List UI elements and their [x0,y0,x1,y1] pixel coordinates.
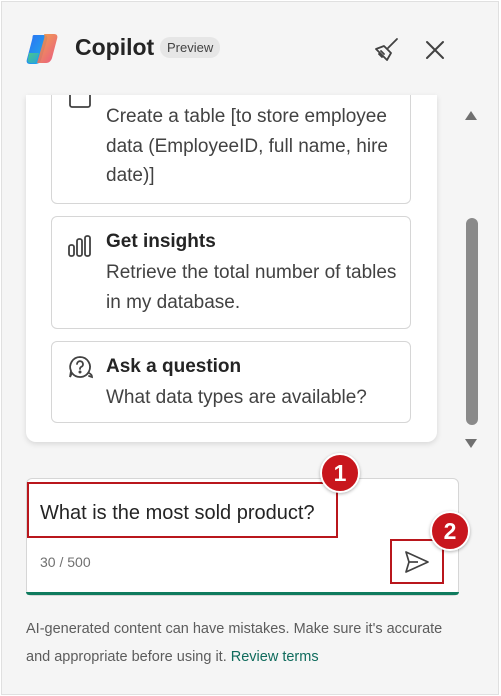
prompt-description: What data types are available? [106,387,367,408]
send-icon [405,551,429,573]
broom-icon [375,38,398,61]
character-count: 30 / 500 [40,554,91,570]
callout-marker-1: 1 [320,453,360,493]
question-chat-icon [69,356,93,379]
prompt-description: Create a table [to store employee data (… [106,106,388,186]
close-icon [426,41,444,59]
copilot-logo [26,34,58,64]
prompt-title: Get insights [106,231,216,252]
scroll-up-arrow-icon[interactable] [464,110,478,122]
prompt-suggestions: Create a table [to store employee data (… [26,95,437,442]
scrollbar-thumb[interactable] [466,218,478,425]
preview-badge: Preview [160,37,221,58]
prompt-card-ask-question[interactable]: Ask a question What data types are avail… [51,341,411,423]
input-callout-box [27,482,338,538]
prompt-card-create-table[interactable]: Create a table [to store employee data (… [51,95,411,204]
prompt-description: Retrieve the total number of tables in m… [106,262,397,313]
input-focus-underline [26,592,459,595]
review-terms-link[interactable]: Review terms [231,649,319,665]
prompt-title: Ask a question [106,356,242,377]
table-icon [69,95,91,108]
send-button[interactable] [400,546,434,578]
scroll-down-arrow-icon[interactable] [464,437,478,449]
bar-chart-icon [68,235,91,257]
prompt-card-get-insights[interactable]: Get insights Retrieve the total number o… [51,216,411,329]
ai-disclaimer: AI-generated content can have mistakes. … [26,615,466,671]
close-button[interactable] [419,34,451,66]
panel-title: Copilot [75,34,155,60]
clear-chat-button[interactable] [371,34,403,66]
callout-marker-2: 2 [430,511,470,551]
